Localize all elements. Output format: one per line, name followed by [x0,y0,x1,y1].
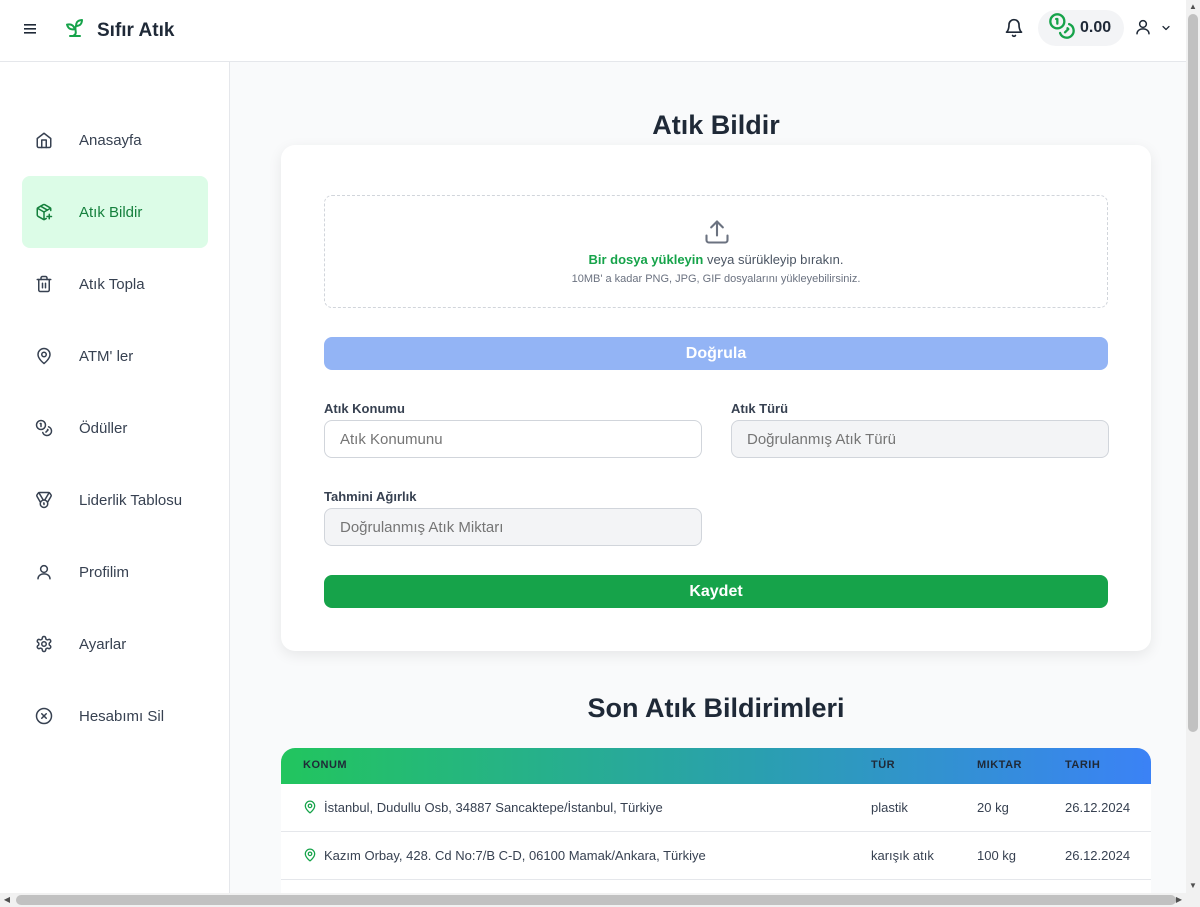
trash-icon [34,274,54,294]
circle-x-icon [34,706,54,726]
top-header: Sıfır Atık 0.00 [0,0,1186,62]
scroll-left-icon[interactable]: ◀ [0,893,14,907]
sidebar-item-anasayfa[interactable]: Anasayfa [22,104,208,176]
menu-icon[interactable] [22,20,40,38]
sidebar-item-label: Anasayfa [79,131,142,149]
location-input[interactable] [324,420,702,458]
sidebar-item-label: Ayarlar [79,635,127,653]
row-type: karışık atık [871,848,934,863]
row-amount: 100 kg [977,848,1017,863]
upload-drag-text: veya sürükleyip bırakın. [703,252,844,267]
home-icon [34,130,54,150]
scroll-down-icon[interactable]: ▼ [1186,879,1200,893]
upload-hint: 10MB' a kadar PNG, JPG, GIF dosyalarını … [571,273,861,285]
table-row: İstanbul, Dudullu Osb, 34887 Sancaktepe/… [281,784,1151,832]
leaf-icon [63,16,87,45]
coins-icon [1048,12,1076,45]
balance-value: 0.00 [1080,19,1112,36]
row-date: 26.12.2024 [1065,848,1131,863]
sidebar-item-label: Atık Bildir [79,203,143,221]
map-pin-icon [34,346,54,366]
sidebar-item-oduller[interactable]: Ödüller [22,392,208,464]
sidebar-item-label: Hesabımı Sil [79,707,165,725]
sidebar-item-label: Ödüller [79,419,128,437]
verify-button[interactable]: Doğrula [324,337,1108,370]
app-logo[interactable]: Sıfır Atık [63,16,174,45]
upload-instructions: Bir dosya yükleyin veya sürükleyip bırak… [325,252,1107,267]
scroll-up-icon[interactable]: ▲ [1186,0,1200,14]
medal-icon [34,490,54,510]
user-icon [34,562,54,582]
upload-icon [703,218,731,251]
row-date: 26.12.2024 [1065,800,1131,815]
vertical-scroll-thumb[interactable] [1188,14,1198,732]
column-header-location: KONUM [303,759,348,771]
column-header-type: TÜR [871,759,896,771]
scroll-right-icon[interactable]: ▶ [1172,893,1186,907]
sidebar-item-atmler[interactable]: ATM' ler [22,320,208,392]
gear-icon [34,634,54,654]
notification-bell-icon[interactable] [1004,18,1024,40]
weight-input [324,508,702,546]
save-button[interactable]: Kaydet [324,575,1108,608]
horizontal-scroll-thumb[interactable] [16,895,1176,905]
sidebar-item-atik-topla[interactable]: Atık Topla [22,248,208,320]
sidebar-item-atik-bildir[interactable]: Atık Bildir [22,176,208,248]
map-pin-icon [303,800,317,819]
box-plus-icon [34,202,54,222]
vertical-scrollbar[interactable]: ▲ ▼ [1186,0,1200,893]
horizontal-scrollbar[interactable]: ◀ ▶ [0,893,1200,907]
sidebar-item-label: Profilim [79,563,130,581]
chevron-down-icon [1160,21,1172,39]
coins-icon [34,418,54,438]
sidebar-item-label: Liderlik Tablosu [79,491,183,509]
row-type: plastik [871,800,908,815]
sidebar-item-profilim[interactable]: Profilim [22,536,208,608]
map-pin-icon [303,848,317,867]
row-amount: 20 kg [977,800,1009,815]
recent-reports-title: Son Atık Bildirimleri [587,693,845,723]
sidebar-item-hesabimi-sil[interactable]: Hesabımı Sil [22,680,208,752]
page-title: Atık Bildir [652,110,780,140]
row-location: Kazım Orbay, 428. Cd No:7/B C-D, 06100 M… [324,848,706,863]
balance-badge[interactable]: 0.00 [1038,10,1124,46]
weight-label: Tahmini Ağırlık [324,489,417,504]
report-form-card: Bir dosya yükleyin veya sürükleyip bırak… [281,145,1151,651]
column-header-date: TARIH [1065,759,1101,771]
user-icon [1134,18,1152,41]
location-label: Atık Konumu [324,401,405,416]
column-header-amount: MIKTAR [977,759,1022,771]
type-label: Atık Türü [731,401,789,416]
reports-table: KONUM TÜR MIKTAR TARIH İstanbul, Dudullu… [281,748,1151,894]
row-location: İstanbul, Dudullu Osb, 34887 Sancaktepe/… [324,800,663,815]
sidebar-item-label: ATM' ler [79,347,134,365]
sidebar-item-label: Atık Topla [79,275,145,293]
table-header: KONUM TÜR MIKTAR TARIH [281,748,1151,784]
type-input [731,420,1109,458]
file-dropzone[interactable]: Bir dosya yükleyin veya sürükleyip bırak… [324,195,1108,308]
sidebar: Anasayfa Atık Bildir Atık Topla ATM' ler… [0,62,230,907]
app-name: Sıfır Atık [97,19,175,41]
table-row: Kazım Orbay, 428. Cd No:7/B C-D, 06100 M… [281,832,1151,880]
upload-file-link[interactable]: Bir dosya yükleyin [588,252,703,267]
user-menu[interactable] [1134,18,1172,41]
sidebar-item-liderlik-tablosu[interactable]: Liderlik Tablosu [22,464,208,536]
sidebar-item-ayarlar[interactable]: Ayarlar [22,608,208,680]
